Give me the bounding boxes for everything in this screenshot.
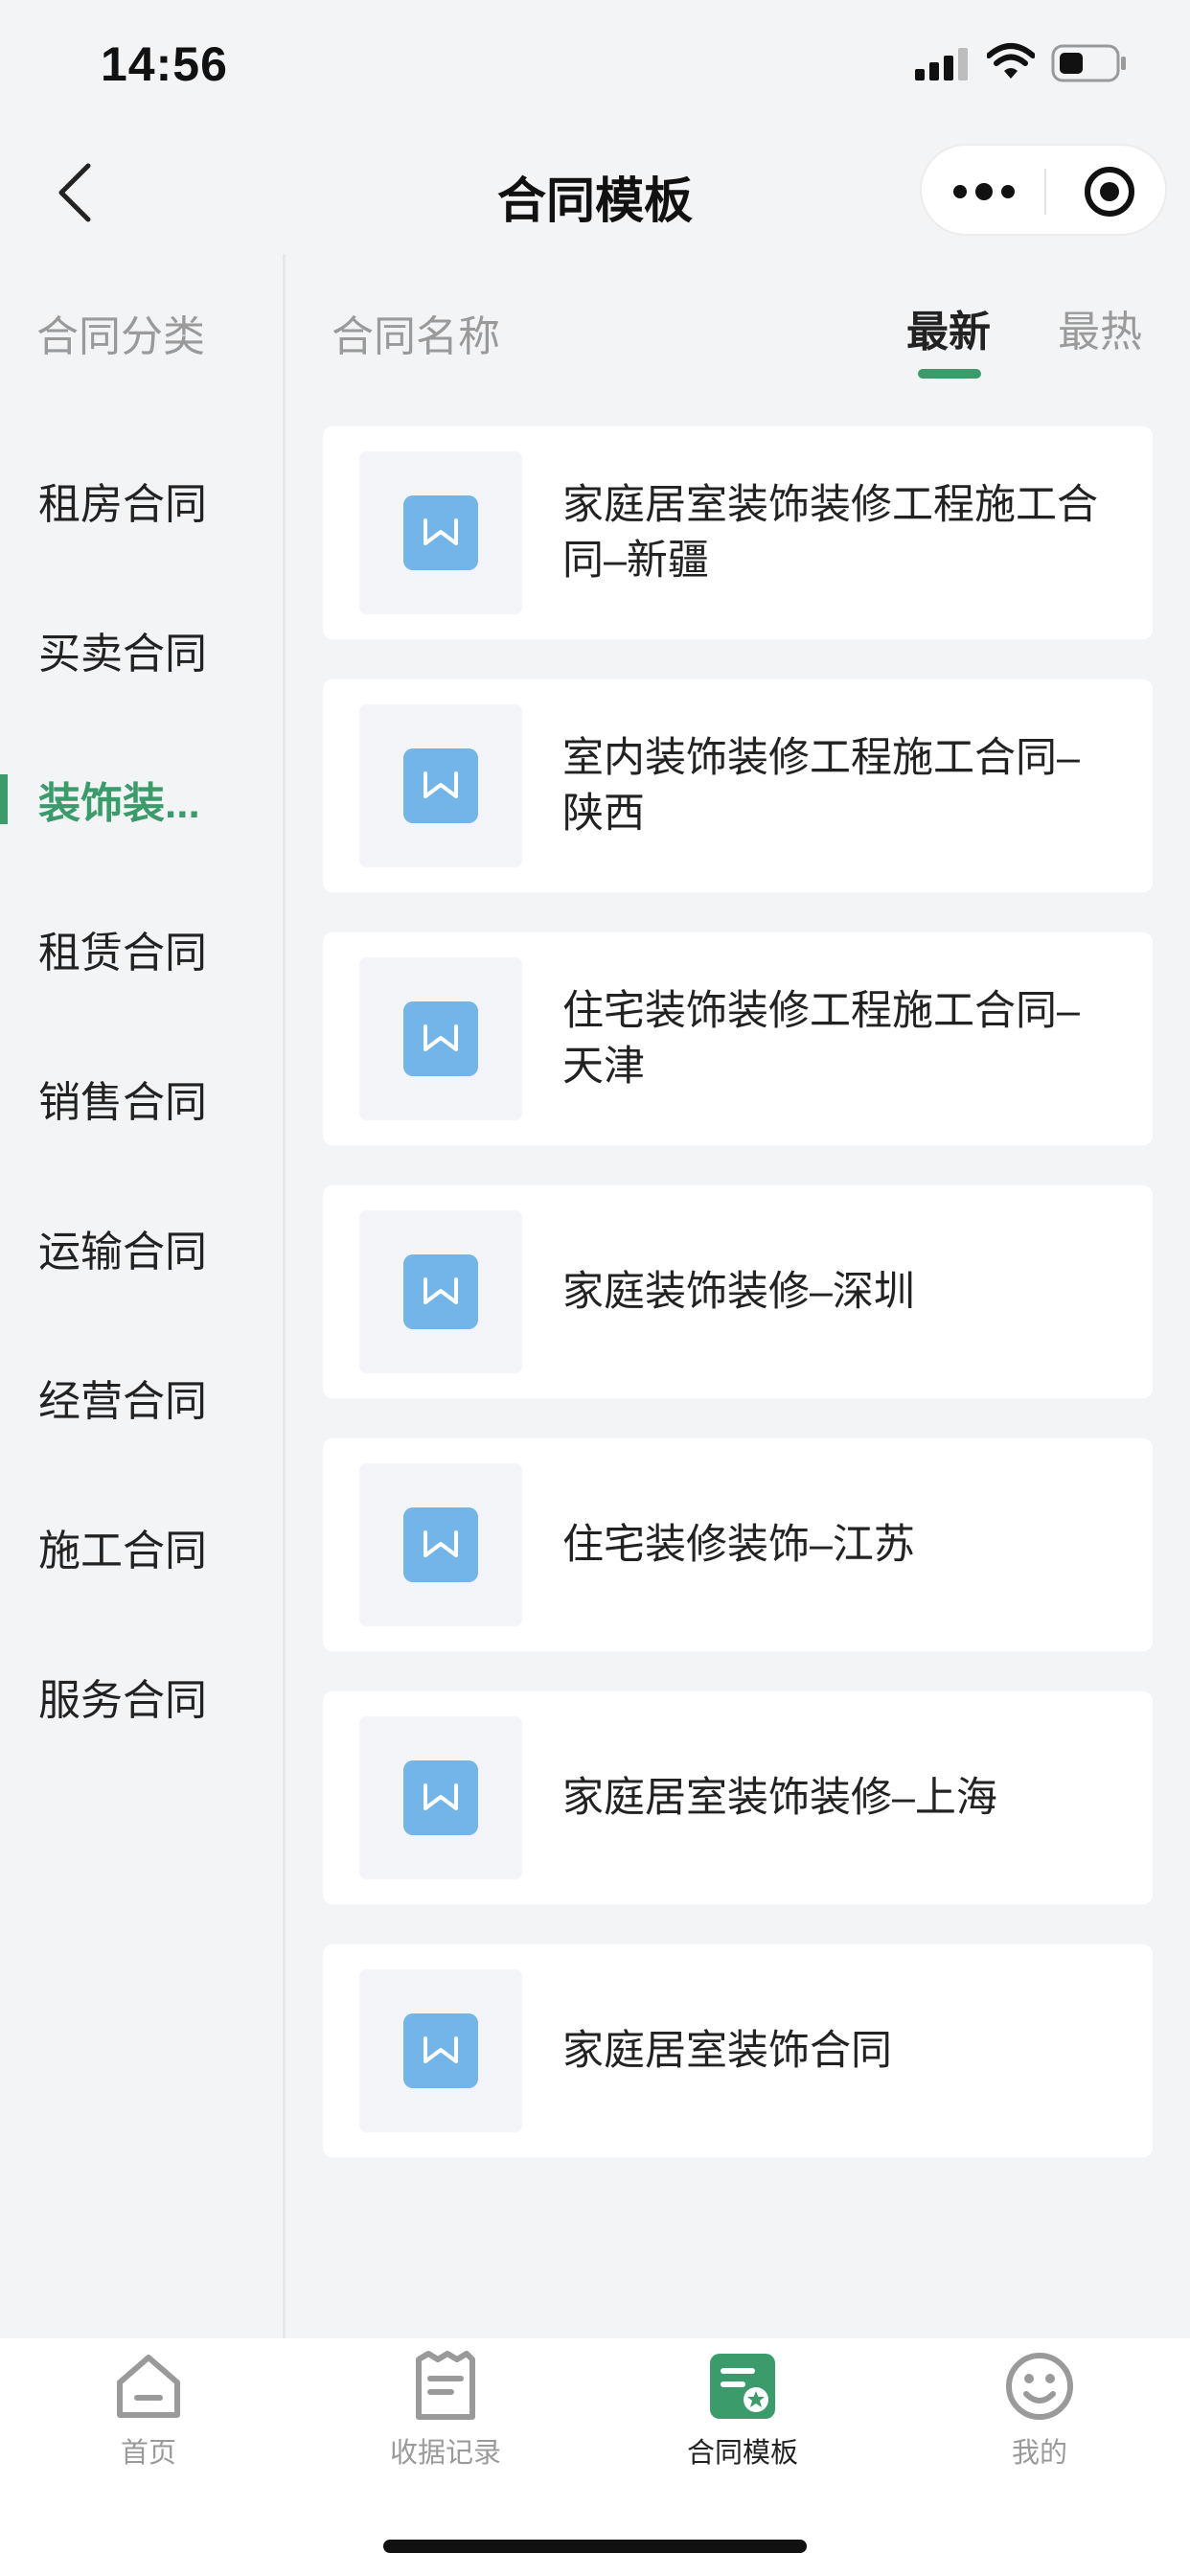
signal-icon [915, 48, 968, 80]
contract-card[interactable]: 家庭装饰装修–深圳 [323, 1185, 1153, 1398]
word-doc-icon [403, 1254, 478, 1329]
mini-program-capsule [920, 144, 1167, 236]
word-doc-icon [403, 748, 478, 823]
doc-thumbnail [359, 1969, 522, 2132]
sidebar-item-construction[interactable]: 施工合同 [38, 1516, 207, 1577]
doc-thumbnail [359, 1210, 522, 1373]
contract-template-icon [710, 2354, 775, 2419]
doc-thumbnail [359, 451, 522, 614]
contract-title: 家庭装饰装修–深圳 [562, 1269, 915, 1315]
capsule-divider [1044, 169, 1046, 215]
contract-title: 家庭居室装饰装修工程施工合同–新疆 [562, 482, 1098, 584]
list-column-title: 合同名称 [332, 313, 500, 360]
sidebar-item-service[interactable]: 服务合同 [38, 1666, 207, 1727]
tab-mine[interactable]: 我的 [891, 2338, 1188, 2482]
wifi-icon [987, 43, 1035, 79]
contract-card[interactable]: 住宅装修装饰–江苏 [323, 1438, 1153, 1651]
tab-label: 收据记录 [389, 2438, 501, 2469]
more-dots-icon [953, 183, 1015, 200]
sort-newest-tab[interactable]: 最新 [906, 297, 991, 358]
tab-receipts[interactable]: 收据记录 [297, 2338, 594, 2482]
doc-thumbnail [359, 1716, 522, 1879]
contract-card[interactable]: 家庭居室装饰合同 [323, 1944, 1153, 2157]
doc-thumbnail [359, 1463, 522, 1626]
active-sort-underline [918, 369, 981, 379]
more-button[interactable] [950, 172, 1018, 211]
doc-thumbnail [359, 704, 522, 867]
active-category-indicator [0, 774, 8, 824]
nav-bar: 合同模板 [0, 134, 1190, 249]
sidebar-divider [283, 254, 286, 2338]
word-doc-icon [403, 2013, 478, 2088]
sort-hottest-tab[interactable]: 最热 [1058, 297, 1142, 358]
sidebar-item-business[interactable]: 经营合同 [38, 1367, 207, 1428]
tab-label: 首页 [120, 2438, 176, 2469]
contract-title: 室内装饰装修工程施工合同–陕西 [562, 735, 1080, 837]
bottom-tab-bar: 首页 收据记录 合同模板 我的 [0, 2338, 1190, 2576]
word-doc-icon [403, 1507, 478, 1582]
contract-title: 住宅装修装饰–江苏 [562, 1522, 915, 1568]
close-mini-program-button[interactable] [1081, 163, 1138, 220]
home-indicator [383, 2540, 807, 2553]
sidebar-header: 合同分类 [36, 313, 205, 360]
contract-card[interactable]: 室内装饰装修工程施工合同–陕西 [323, 679, 1153, 892]
list-header: 合同名称 最新 最热 [286, 254, 1190, 417]
sidebar-item-decoration[interactable]: 装饰装... [38, 769, 200, 830]
battery-icon [1051, 44, 1126, 82]
doc-thumbnail [359, 957, 522, 1120]
tab-contract-templates[interactable]: 合同模板 [594, 2338, 891, 2482]
tab-label: 我的 [1011, 2438, 1067, 2469]
sidebar-item-rent-house[interactable]: 租房合同 [38, 470, 207, 531]
sidebar-item-transport[interactable]: 运输合同 [38, 1217, 207, 1278]
category-sidebar: 合同分类 租房合同 买卖合同 装饰装... 租赁合同 销售合同 运输合同 经营合… [0, 254, 283, 2338]
word-doc-icon [403, 1001, 478, 1076]
contract-title: 家庭居室装饰合同 [562, 2028, 892, 2074]
smiley-icon [1006, 2353, 1073, 2420]
tab-label: 合同模板 [686, 2438, 798, 2469]
sidebar-item-lease[interactable]: 租赁合同 [38, 918, 207, 979]
receipt-icon [416, 2351, 475, 2420]
contract-card[interactable]: 住宅装饰装修工程施工合同–天津 [323, 932, 1153, 1145]
tab-home[interactable]: 首页 [0, 2338, 297, 2482]
sidebar-item-buy-sell[interactable]: 买卖合同 [38, 619, 207, 680]
home-icon [117, 2355, 180, 2418]
sidebar-item-sales[interactable]: 销售合同 [38, 1068, 207, 1129]
status-bar: 14:56 [0, 0, 1190, 134]
word-doc-icon [403, 495, 478, 570]
word-doc-icon [403, 1760, 478, 1835]
contract-card[interactable]: 家庭居室装饰装修工程施工合同–新疆 [323, 426, 1153, 639]
contract-card[interactable]: 家庭居室装饰装修–上海 [323, 1691, 1153, 1904]
contract-title: 家庭居室装饰装修–上海 [562, 1775, 997, 1821]
target-icon [1085, 167, 1134, 217]
contract-title: 住宅装饰装修工程施工合同–天津 [562, 988, 1080, 1090]
status-time: 14:56 [101, 37, 228, 91]
